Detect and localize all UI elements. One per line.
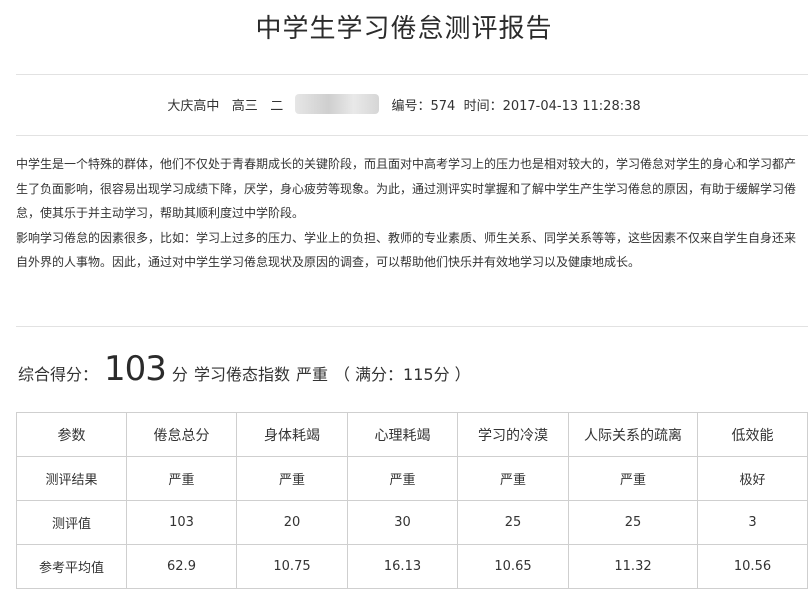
table-cell: 103 [126,500,237,545]
table-header: 参数 [16,412,127,457]
table-cell: 3 [697,500,808,545]
table-cell: 10.65 [457,544,569,589]
table-cell: 20 [236,500,348,545]
page-title: 中学生学习倦怠测评报告 [255,14,553,44]
table-cell: 测评结果 [16,456,127,501]
intro-paragraph-2: 影响学习倦怠的因素很多，比如：学习上过多的压力、学业上的负担、教师的专业素质、师… [16,230,797,270]
table-row: 参考平均值 62.9 10.75 16.13 10.65 11.32 10.56 [16,544,808,589]
table-cell: 30 [347,500,458,545]
table-cell: 10.75 [236,544,348,589]
table-cell: 62.9 [126,544,237,589]
table-cell: 严重 [568,456,698,501]
redacted-name [295,94,380,114]
table-header: 倦怠总分 [126,412,237,457]
divider-meta [16,135,808,136]
score-value: 103 [104,349,167,389]
class-number: 二 [270,98,284,114]
report-time: 时间：2017-04-13 11:28:38 [463,98,641,114]
intro-paragraph-1: 中学生是一个特殊的群体，他们不仅处于青春期成长的关键阶段，而且面对中高考学习上的… [16,157,797,220]
table-header: 身体耗竭 [236,412,348,457]
table-header: 学习的冷漠 [457,412,569,457]
index-label: 学习倦态指数 [193,365,290,384]
index-value: 严重 [295,365,328,384]
table-cell: 严重 [126,456,237,501]
table-row: 测评值 103 20 30 25 25 3 [16,500,808,545]
full-score: （ 满分：115分 ） [333,365,471,384]
table-cell: 严重 [347,456,458,501]
table-cell: 10.56 [697,544,808,589]
grade: 高三 [231,98,258,114]
table-cell: 25 [457,500,569,545]
table-cell: 严重 [236,456,348,501]
overall-score: 综合得分： 103 分 学习倦态指数 严重 （ 满分：115分 ） [18,352,471,386]
table-cell: 测评值 [16,500,127,545]
table-header: 低效能 [697,412,808,457]
score-label: 综合得分： [18,365,99,384]
report-id: 编号：574 [391,98,456,114]
table-row: 测评结果 严重 严重 严重 严重 严重 极好 [16,456,808,501]
result-table: 参数 倦怠总分 身体耗竭 心理耗竭 学习的冷漠 人际关系的疏离 低效能 测评结果… [16,412,808,589]
table-cell: 极好 [697,456,808,501]
table-cell: 25 [568,500,698,545]
table-cell: 参考平均值 [16,544,127,589]
table-cell: 16.13 [347,544,458,589]
divider-top [16,74,808,75]
table-cell: 严重 [457,456,569,501]
school-name: 大庆高中 [167,98,220,114]
table-header-row: 参数 倦怠总分 身体耗竭 心理耗竭 学习的冷漠 人际关系的疏离 低效能 [16,412,808,457]
table-cell: 11.32 [568,544,698,589]
score-unit: 分 [171,365,188,384]
intro-text: 中学生是一个特殊的群体，他们不仅处于青春期成长的关键阶段，而且面对中高考学习上的… [16,152,806,275]
divider-intro [16,326,808,327]
table-header: 人际关系的疏离 [568,412,698,457]
report-meta: 大庆高中 高三 二 编号：574 时间：2017-04-13 11:28:38 [0,94,808,114]
table-header: 心理耗竭 [347,412,458,457]
